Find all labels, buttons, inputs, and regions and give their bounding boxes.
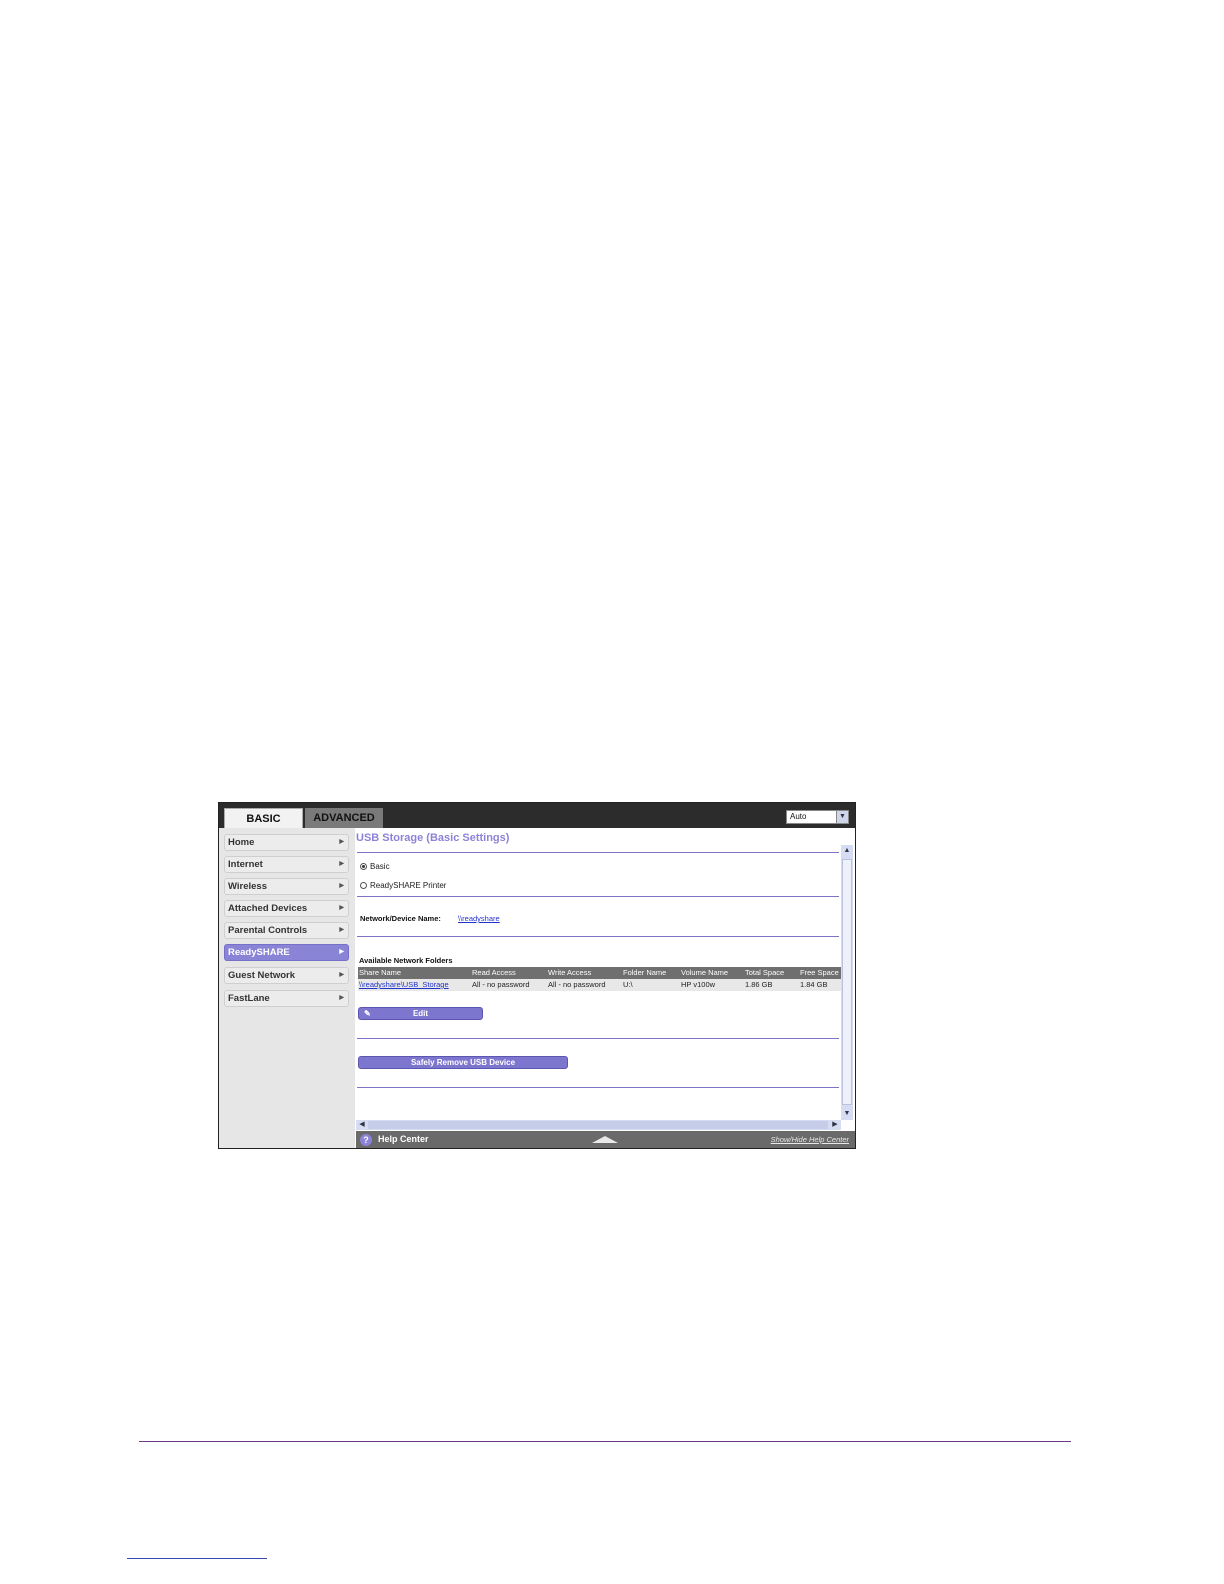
device-name-link[interactable]: \\readyshare [458,914,500,923]
sidebar-item-label: Parental Controls [228,925,308,936]
section-divider [357,896,839,897]
section-divider [357,1038,839,1039]
sidebar-item-label: FastLane [228,993,270,1004]
chevron-right-icon: ▶ [339,883,344,889]
main-content: USB Storage (Basic Settings) Basic Ready… [356,828,855,1148]
vertical-scrollbar[interactable]: ▲ ▼ [841,845,853,1120]
expand-triangle-icon[interactable] [592,1136,618,1143]
help-icon[interactable]: ? [360,1134,372,1146]
option-printer-label: ReadySHARE Printer [370,881,447,890]
language-selected-value: Auto [790,812,807,821]
sidebar-item-label: Home [228,837,255,848]
tab-advanced[interactable]: ADVANCED [305,808,383,828]
safely-remove-usb-label: Safely Remove USB Device [410,1058,516,1067]
scroll-up-icon[interactable]: ▲ [841,845,853,857]
edit-button-label: Edit [412,1009,429,1018]
section-divider [357,1087,839,1088]
chevron-right-icon: ▶ [339,995,344,1001]
sidebar-item-parental-controls[interactable]: Parental Controls ▶ [224,922,349,939]
option-basic[interactable]: Basic [360,862,390,871]
help-center-label: Help Center [378,1134,429,1144]
document-footer-link-rule [127,1558,267,1559]
sidebar-item-label: Attached Devices [228,903,308,914]
sidebar-item-guest-network[interactable]: Guest Network ▶ [224,967,349,984]
sidebar: Home ▶ Internet ▶ Wireless ▶ Attached De… [219,828,355,1148]
safely-remove-usb-button[interactable]: Safely Remove USB Device [358,1056,568,1069]
sidebar-item-internet[interactable]: Internet ▶ [224,856,349,873]
vertical-scroll-thumb[interactable] [842,859,852,1105]
sidebar-item-label: Wireless [228,881,267,892]
chevron-right-icon: ▶ [339,839,344,845]
read-access-value: All - no password [472,980,530,989]
document-footer-rule [139,1441,1071,1442]
chevron-down-icon[interactable]: ▼ [836,811,848,823]
scroll-right-icon[interactable]: ▶ [829,1119,841,1131]
option-basic-label: Basic [370,862,390,871]
chevron-right-icon: ▶ [339,972,344,978]
scroll-down-icon[interactable]: ▼ [841,1108,853,1120]
help-center-bar: ? Help Center Show/Hide Help Center [356,1131,855,1148]
device-name-label: Network/Device Name: [360,914,441,923]
horizontal-scrollbar[interactable]: ◀ ▶ [356,1120,841,1130]
tab-basic[interactable]: BASIC [224,808,303,828]
pencil-icon: ✎ [364,1009,371,1018]
chevron-right-icon: ▶ [339,949,344,955]
horizontal-scroll-thumb[interactable] [368,1121,828,1129]
col-total-space: Total Space [745,968,785,977]
sidebar-item-home[interactable]: Home ▶ [224,834,349,851]
volume-name-value: HP v100w [681,980,716,989]
col-read-access: Read Access [472,968,516,977]
folder-name-value: U:\ [623,980,633,989]
sidebar-item-attached-devices[interactable]: Attached Devices ▶ [224,900,349,917]
edit-button[interactable]: ✎ Edit [358,1007,483,1020]
scroll-left-icon[interactable]: ◀ [356,1119,368,1131]
sidebar-item-fastlane[interactable]: FastLane ▶ [224,990,349,1007]
language-select[interactable]: Auto ▼ [786,810,849,824]
table-row: \\readyshare\USB_Storage All - no passwo… [358,979,841,991]
total-space-value: 1.86 GB [745,980,773,989]
chevron-right-icon: ▶ [339,905,344,911]
sidebar-item-readyshare[interactable]: ReadySHARE ▶ [224,944,349,961]
section-divider [357,936,839,937]
chevron-right-icon: ▶ [339,861,344,867]
chevron-right-icon: ▶ [339,927,344,933]
folders-label: Available Network Folders [359,956,453,965]
free-space-value: 1.84 GB [800,980,828,989]
radio-readyshare-printer[interactable] [360,882,367,889]
sidebar-item-wireless[interactable]: Wireless ▶ [224,878,349,895]
col-write-access: Write Access [548,968,592,977]
page-title: USB Storage (Basic Settings) [356,832,510,844]
top-tab-bar: BASIC ADVANCED Auto ▼ [219,803,855,828]
router-admin-window: BASIC ADVANCED Auto ▼ Home ▶ Internet ▶ … [218,802,856,1149]
share-name-link[interactable]: \\readyshare\USB_Storage [359,979,449,991]
network-folders-table: Share Name Read Access Write Access Fold… [358,967,841,991]
option-readyshare-printer[interactable]: ReadySHARE Printer [360,881,446,890]
write-access-value: All - no password [548,980,606,989]
col-share-name: Share Name [359,968,402,977]
col-volume-name: Volume Name [681,968,729,977]
table-header: Share Name Read Access Write Access Fold… [358,967,841,979]
sidebar-item-label: ReadySHARE [228,947,290,958]
col-folder-name: Folder Name [623,968,667,977]
section-divider [357,852,839,853]
sidebar-item-label: Guest Network [228,970,296,981]
sidebar-item-label: Internet [228,859,263,870]
radio-basic[interactable] [360,863,367,870]
show-hide-help-center-link[interactable]: Show/Hide Help Center [771,1135,849,1144]
col-free-space: Free Space [800,968,839,977]
